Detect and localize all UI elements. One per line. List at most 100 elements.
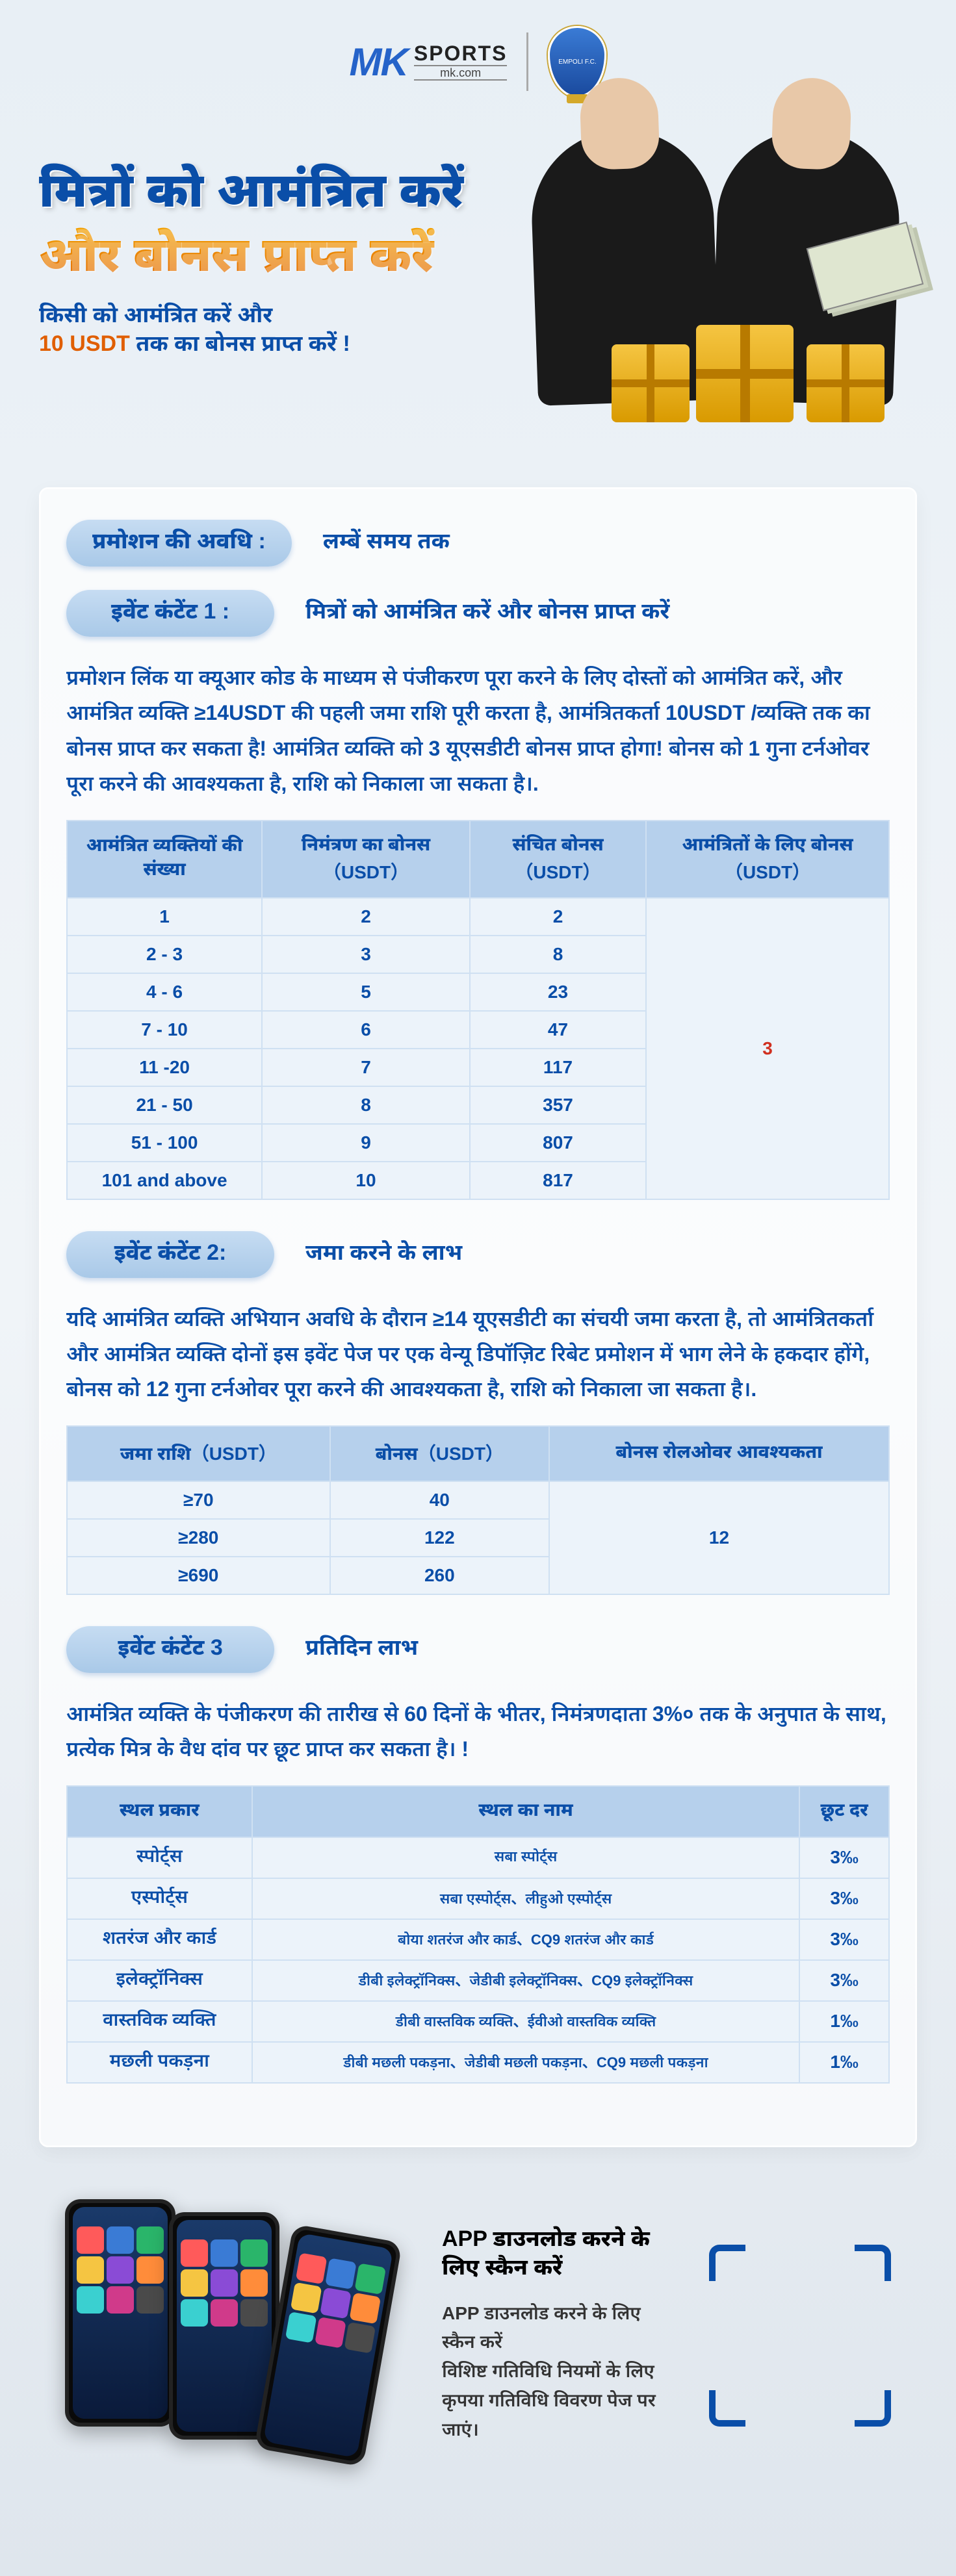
logo-mk-text: MK — [350, 40, 407, 84]
app-tile-icon — [136, 2286, 164, 2314]
qr-corner-icon — [855, 2245, 891, 2281]
table-cell-merged: 12 — [549, 1481, 889, 1594]
app-tile-icon — [240, 2299, 268, 2327]
app-tile-icon — [181, 2299, 208, 2327]
table-cell: 6 — [262, 1011, 470, 1049]
hero-usdt-highlight: 10 USDT — [39, 331, 130, 356]
app-tile-icon — [107, 2286, 134, 2314]
table-cell: 1 — [67, 898, 262, 936]
download-title: APP डाउनलोड करने के लिए स्कैन करें — [442, 2226, 670, 2284]
phone-mockup-icon — [65, 2199, 175, 2427]
promotion-period-text: लम्बें समय तक — [323, 529, 450, 557]
table-cell: 101 and above — [67, 1162, 262, 1199]
table-cell: 9 — [262, 1124, 470, 1162]
logo-subtext: mk.com — [414, 65, 508, 81]
event2-th-0: जमा राशि（USDT） — [67, 1426, 330, 1481]
app-tile-icon — [211, 2269, 238, 2297]
event1-header-row: इवेंट कंटेंट 1 : मित्रों को आमंत्रित करे… — [66, 590, 890, 637]
table-cell: 817 — [470, 1162, 646, 1199]
qr-corner-icon — [709, 2390, 745, 2427]
event3-pill: इवेंट कंटेंट 3 — [66, 1626, 274, 1673]
table-cell: 2 — [262, 898, 470, 936]
event1-pill: इवेंट कंटेंट 1 : — [66, 590, 274, 637]
table-cell: 260 — [330, 1557, 549, 1594]
gift-box-icon — [612, 344, 690, 422]
hero-section: मित्रों को आमंत्रित करें और बोनस प्राप्त… — [0, 110, 956, 474]
table-cell: 21 - 50 — [67, 1086, 262, 1124]
table-cell: इलेक्ट्रॉनिक्स — [67, 1960, 252, 2001]
app-tile-icon — [107, 2226, 134, 2254]
table-cell: 7 — [262, 1049, 470, 1086]
table-cell: 1‰ — [799, 2042, 889, 2083]
table-row: शतरंज और कार्डबोया शतरंज और कार्ड、CQ9 शत… — [67, 1919, 889, 1960]
table-cell: 8 — [470, 936, 646, 973]
app-tile-icon — [240, 2269, 268, 2297]
app-tile-icon — [107, 2256, 134, 2284]
table-header-row: आमंत्रित व्यक्तियों की संख्या निमंत्रण क… — [67, 821, 889, 898]
event3-title: प्रतिदिन लाभ — [305, 1635, 418, 1664]
table-cell: ≥690 — [67, 1557, 330, 1594]
app-tile-icon — [291, 2282, 322, 2314]
event3-header-row: इवेंट कंटेंट 3 प्रतिदिन लाभ — [66, 1626, 890, 1673]
table-cell: 2 - 3 — [67, 936, 262, 973]
table-cell: 2 — [470, 898, 646, 936]
hero-sub-line2-suffix: तक का बोनस प्राप्त करें ! — [130, 331, 350, 356]
table-cell: 40 — [330, 1481, 549, 1519]
event3-paragraph: आमंत्रित व्यक्ति के पंजीकरण की तारीख से … — [66, 1696, 890, 1767]
table-cell: डीबी इलेक्ट्रॉनिक्स、जेडीबी इलेक्ट्रॉनिक्… — [252, 1960, 800, 2001]
page-root: MK SPORTS mk.com EMPOLI F.C. मित्रों को … — [0, 0, 956, 2576]
table-cell: 357 — [470, 1086, 646, 1124]
event2-pill: इवेंट कंटेंट 2: — [66, 1231, 274, 1278]
event2-header-row: इवेंट कंटेंट 2: जमा करने के लाभ — [66, 1231, 890, 1278]
logo-sports-block: SPORTS mk.com — [414, 43, 508, 81]
table-cell: 10 — [262, 1162, 470, 1199]
qr-scan-frame-icon — [709, 2245, 891, 2427]
event1-th-0: आमंत्रित व्यक्तियों की संख्या — [67, 821, 262, 898]
table-cell: डीबी वास्तविक व्यक्ति、ईवीओ वास्तविक व्यक… — [252, 2001, 800, 2042]
table-cell: 8 — [262, 1086, 470, 1124]
table-cell: वास्तविक व्यक्ति — [67, 2001, 252, 2042]
table-cell: 122 — [330, 1519, 549, 1557]
event3-th-2: छूट दर — [799, 1786, 889, 1837]
app-tile-icon — [136, 2256, 164, 2284]
app-tile-icon — [349, 2292, 381, 2324]
app-tile-icon — [240, 2239, 268, 2267]
table-row: स्पोर्ट्ससबा स्पोर्ट्स3‰ — [67, 1837, 889, 1878]
app-tile-icon — [181, 2269, 208, 2297]
app-tile-icon — [77, 2286, 104, 2314]
table-cell: 807 — [470, 1124, 646, 1162]
app-tile-icon — [181, 2239, 208, 2267]
event1-table: आमंत्रित व्यक्तियों की संख्या निमंत्रण क… — [66, 820, 890, 1200]
app-tile-icon — [344, 2321, 376, 2353]
promotion-period-pill: प्रमोशन की अवधि : — [66, 520, 292, 567]
download-text-block: APP डाउनलोड करने के लिए स्कैन करें APP ड… — [442, 2226, 670, 2445]
table-cell: ≥70 — [67, 1481, 330, 1519]
table-row: वास्तविक व्यक्तिडीबी वास्तविक व्यक्ति、ईव… — [67, 2001, 889, 2042]
event1-th-1: निमंत्रण का बोनस（USDT） — [262, 821, 470, 898]
table-header-row: स्थल प्रकार स्थल का नाम छूट दर — [67, 1786, 889, 1837]
table-cell: 3‰ — [799, 1837, 889, 1878]
event1-paragraph: प्रमोशन लिंक या क्यूआर कोड के माध्यम से … — [66, 660, 890, 802]
app-tile-icon — [354, 2263, 386, 2295]
app-tile-icon — [285, 2312, 317, 2343]
table-cell: स्पोर्ट्स — [67, 1837, 252, 1878]
hero-people-image — [495, 117, 937, 442]
event1-th-3: आमंत्रितों के लिए बोनस（USDT） — [646, 821, 889, 898]
app-tile-icon — [211, 2239, 238, 2267]
table-cell: 51 - 100 — [67, 1124, 262, 1162]
crest-text: EMPOLI F.C. — [558, 58, 596, 66]
table-cell: डीबी मछली पकड़ना、जेडीबी मछली पकड़ना、CQ9 … — [252, 2042, 800, 2083]
event2-paragraph: यदि आमंत्रित व्यक्ति अभियान अवधि के दौरा… — [66, 1301, 890, 1407]
table-cell: एस्पोर्ट्स — [67, 1878, 252, 1919]
table-cell: 4 - 6 — [67, 973, 262, 1011]
app-tile-icon — [320, 2287, 352, 2319]
table-cell: 7 - 10 — [67, 1011, 262, 1049]
qr-corner-icon — [855, 2390, 891, 2427]
table-cell: 117 — [470, 1049, 646, 1086]
table-cell-merged: 3 — [646, 898, 889, 1199]
promotion-period-row: प्रमोशन की अवधि : लम्बें समय तक — [66, 520, 890, 567]
table-row: इलेक्ट्रॉनिक्सडीबी इलेक्ट्रॉनिक्स、जेडीबी… — [67, 1960, 889, 2001]
event3-th-0: स्थल प्रकार — [67, 1786, 252, 1837]
app-tile-icon — [315, 2316, 346, 2348]
table-cell: 3‰ — [799, 1878, 889, 1919]
